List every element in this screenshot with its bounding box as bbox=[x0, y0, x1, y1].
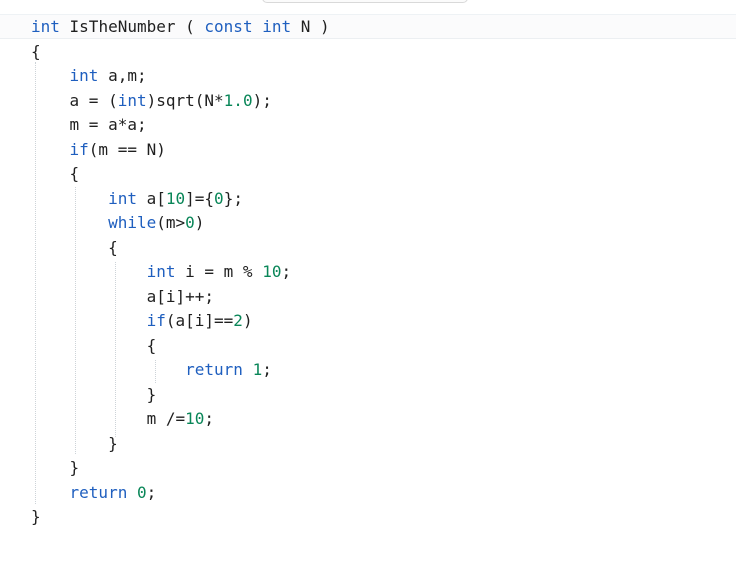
code-line[interactable]: } bbox=[31, 432, 330, 457]
code-line[interactable]: { bbox=[31, 334, 330, 359]
code-line[interactable]: return 1; bbox=[31, 358, 330, 383]
code-text: { bbox=[31, 335, 157, 355]
number-token: 1 bbox=[252, 360, 263, 379]
code-text: ; bbox=[204, 409, 215, 428]
code-text: (m == N) bbox=[88, 139, 166, 159]
code-line[interactable]: if(m == N) bbox=[31, 138, 330, 163]
keyword-token: int bbox=[69, 66, 99, 85]
code-text: } bbox=[31, 507, 41, 526]
code-line[interactable]: m /=10; bbox=[31, 407, 330, 432]
keyword-token: int bbox=[31, 17, 60, 36]
code-text: )sqrt(N* bbox=[146, 90, 224, 110]
number-token: 0 bbox=[185, 213, 195, 232]
code-line[interactable]: } bbox=[31, 456, 330, 481]
code-line[interactable]: while(m>0) bbox=[31, 211, 330, 236]
keyword-token: int bbox=[108, 188, 137, 208]
code-text: ) bbox=[242, 311, 253, 330]
code-text: m = a*a; bbox=[31, 115, 147, 134]
code-text: } bbox=[31, 458, 80, 477]
code-text: ) bbox=[194, 213, 205, 232]
code-line[interactable]: m = a*a; bbox=[31, 113, 330, 138]
code-line[interactable]: if(a[i]==2) bbox=[31, 309, 330, 334]
code-line[interactable]: int IsTheNumber ( const int N ) bbox=[31, 15, 330, 40]
code-line[interactable]: { bbox=[31, 236, 330, 261]
keyword-token: int bbox=[146, 262, 176, 281]
code-text: N ) bbox=[291, 17, 330, 36]
code-line[interactable]: { bbox=[31, 162, 330, 187]
number-token: 1.0 bbox=[223, 90, 253, 110]
code-text: m /= bbox=[31, 409, 186, 428]
code-text: (a[i]== bbox=[165, 311, 234, 330]
code-text: } bbox=[31, 384, 157, 404]
code-text: { bbox=[31, 237, 118, 257]
code-text: } bbox=[31, 433, 118, 453]
number-token: 10 bbox=[185, 409, 205, 428]
number-token: 10 bbox=[262, 262, 282, 281]
code-line[interactable]: a[i]++; bbox=[31, 285, 330, 310]
keyword-token: if bbox=[69, 139, 89, 159]
code-text: { bbox=[31, 164, 80, 183]
code-line[interactable]: int a,m; bbox=[31, 64, 330, 89]
code-line[interactable]: { bbox=[31, 40, 330, 65]
code-text: ; bbox=[262, 360, 272, 379]
keyword-token: int bbox=[262, 17, 292, 36]
keyword-token: return bbox=[69, 482, 128, 502]
keyword-token: while bbox=[108, 213, 157, 232]
code-text: ; bbox=[146, 482, 157, 502]
keyword-token: const bbox=[204, 17, 253, 36]
code-text: i = m % bbox=[175, 262, 263, 281]
code-text: a,m; bbox=[98, 66, 147, 85]
code-text: a[i]++; bbox=[31, 286, 215, 306]
code-text: ; bbox=[281, 262, 292, 281]
keyword-token: return bbox=[185, 360, 243, 379]
number-token: 10 bbox=[165, 188, 186, 208]
code-line[interactable]: int a[10]={0}; bbox=[31, 187, 330, 212]
keyword-token: if bbox=[146, 311, 166, 330]
number-token: 0 bbox=[136, 482, 147, 502]
code-line[interactable]: } bbox=[31, 383, 330, 408]
code-text: (m> bbox=[156, 213, 186, 232]
number-token: 0 bbox=[214, 188, 224, 208]
keyword-token: int bbox=[117, 90, 147, 110]
code-text: { bbox=[31, 41, 41, 61]
code-line[interactable]: int i = m % 10; bbox=[31, 260, 330, 285]
code-text: ); bbox=[252, 90, 272, 110]
editor-tab-fragment[interactable] bbox=[262, 0, 468, 3]
code-line[interactable]: } bbox=[31, 505, 330, 530]
code-text: ]={ bbox=[185, 188, 215, 208]
code-text: IsTheNumber ( bbox=[59, 17, 205, 36]
code-text: }; bbox=[223, 188, 243, 208]
code-line[interactable]: a = (int)sqrt(N*1.0); bbox=[31, 89, 330, 114]
code-editor[interactable]: int IsTheNumber ( const int N ){ int a,m… bbox=[31, 15, 330, 530]
code-line[interactable]: return 0; bbox=[31, 481, 330, 506]
code-text: a[ bbox=[136, 188, 166, 208]
code-text: a = ( bbox=[31, 90, 118, 110]
number-token: 2 bbox=[233, 311, 243, 330]
